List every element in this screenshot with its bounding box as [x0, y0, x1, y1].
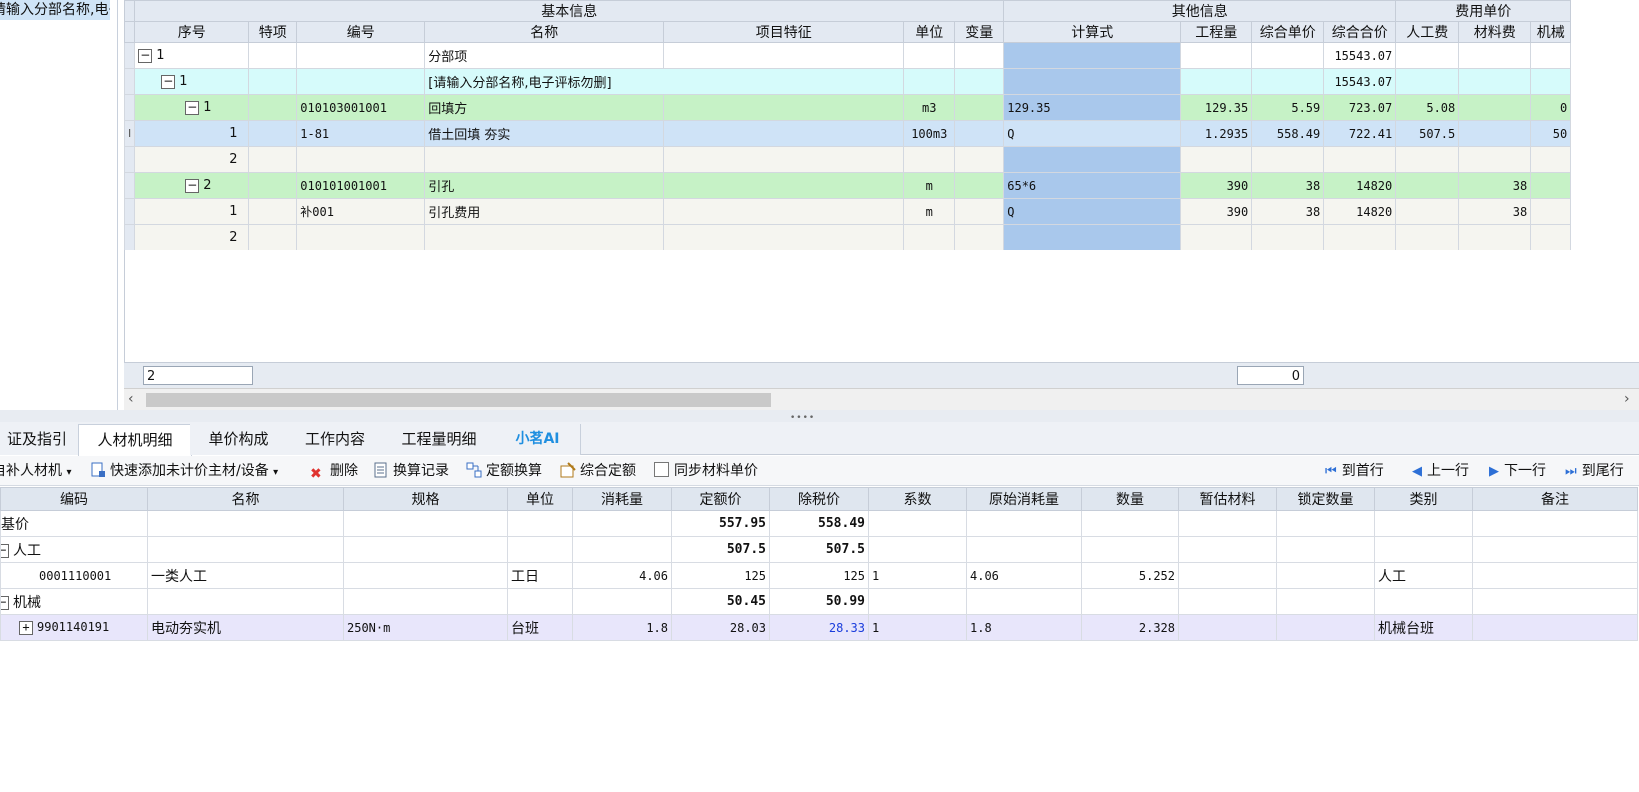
next-icon: ▶: [1489, 464, 1499, 479]
col-header-orig-consume[interactable]: 原始消耗量: [966, 487, 1082, 511]
col-header-variable[interactable]: 变量: [954, 21, 1005, 43]
quota-convert-button[interactable]: 定额换算: [466, 461, 542, 481]
col-header-qty[interactable]: 工程量: [1180, 21, 1253, 43]
grid-empty-area: [124, 250, 1639, 362]
col-header-code[interactable]: 编号: [296, 21, 426, 43]
tab-ai-assistant[interactable]: 小茗AI: [495, 424, 581, 455]
table-row[interactable]: 2: [123, 146, 1572, 173]
col-header-labor[interactable]: 人工费: [1395, 21, 1460, 43]
left-tree-panel: 请输入分部名称,电子评标勿删: [0, 0, 118, 418]
detail-tabs: 证及指引 人材机明细 单价构成 工作内容 工程量明细 小茗AI: [0, 422, 1639, 456]
horizontal-scrollbar[interactable]: ‹ ›: [124, 388, 1639, 410]
group-header-fee: 费用单价: [1395, 0, 1572, 22]
collapse-icon[interactable]: −: [161, 74, 176, 89]
collapse-icon[interactable]: −: [185, 178, 200, 193]
col-header-name[interactable]: 名称: [147, 487, 344, 511]
col-header-name[interactable]: 名称: [424, 21, 665, 43]
calc-record-button[interactable]: 换算记录: [373, 461, 449, 481]
table-row[interactable]: 2: [123, 224, 1572, 251]
col-header-spec[interactable]: 规格: [343, 487, 508, 511]
col-header-consume[interactable]: 消耗量: [572, 487, 672, 511]
checkbox-icon[interactable]: [654, 462, 669, 477]
tree-item-selected[interactable]: 请输入分部名称,电子评标勿删: [0, 0, 110, 20]
detail-toolbar: 自补人材机 ▾ 快速添加未计价主材/设备 ▾ ✖删除 换算记录 定额换算 综合定…: [0, 456, 1639, 486]
expand-icon[interactable]: +: [19, 620, 33, 635]
col-header-provisional[interactable]: 暂估材料: [1178, 487, 1277, 511]
corner-cell: [123, 21, 136, 43]
sync-price-checkbox[interactable]: 同步材料单价: [654, 461, 758, 481]
composite-icon: [560, 462, 576, 478]
convert-icon: [466, 462, 482, 478]
collapse-icon[interactable]: −: [138, 48, 153, 63]
supplement-dropdown[interactable]: 自补人材机 ▾: [0, 461, 71, 481]
col-header-taxfree-price[interactable]: 除税价: [769, 487, 869, 511]
last-row-button[interactable]: ⏭ 到尾行: [1565, 461, 1624, 481]
dropdown-arrow-icon: ▾: [66, 467, 72, 478]
table-row[interactable]: −1 分部项 15543.07: [123, 42, 1572, 69]
last-icon: ⏭: [1565, 464, 1577, 479]
table-row[interactable]: −人工 507.5 507.5: [0, 536, 1638, 563]
col-header-qty[interactable]: 数量: [1081, 487, 1179, 511]
composite-quota-button[interactable]: 综合定额: [560, 461, 636, 481]
corner-cell: [123, 0, 136, 22]
first-icon: ⏮: [1325, 464, 1337, 479]
col-header-remark[interactable]: 备注: [1472, 487, 1638, 511]
col-header-machine[interactable]: 机械: [1530, 21, 1572, 43]
panel-splitter[interactable]: ••••: [0, 410, 1639, 423]
table-row[interactable]: 基价 557.95 558.49: [0, 510, 1638, 537]
resource-detail-grid: 编码 名称 规格 单位 消耗量 定额价 除税价 系数 原始消耗量 数量 暂估材料…: [0, 487, 1639, 641]
tab-unit-price-composition[interactable]: 单价构成: [190, 424, 288, 455]
col-header-coef[interactable]: 系数: [868, 487, 967, 511]
col-header-quota-price[interactable]: 定额价: [671, 487, 770, 511]
col-header-total[interactable]: 综合合价: [1323, 21, 1397, 43]
grid-footer: 2 0: [124, 362, 1639, 388]
col-header-locked-qty[interactable]: 锁定数量: [1276, 487, 1375, 511]
seq-footer-input[interactable]: 2: [143, 366, 253, 385]
collapse-icon[interactable]: −: [1, 543, 9, 558]
col-header-category[interactable]: 类别: [1374, 487, 1473, 511]
group-header-basic: 基本信息: [134, 0, 1005, 22]
col-header-unit[interactable]: 单位: [507, 487, 573, 511]
table-row[interactable]: 0001110001 一类人工 工日 4.06 125 125 1 4.06 5…: [0, 562, 1638, 589]
tab-work-content[interactable]: 工作内容: [287, 424, 384, 455]
group-header-other: 其他信息: [1003, 0, 1397, 22]
collapse-icon[interactable]: −: [185, 100, 200, 115]
delete-button[interactable]: ✖ 删除: [310, 461, 358, 482]
delete-x-icon: ✖: [310, 466, 322, 482]
quick-add-button[interactable]: 快速添加未计价主材/设备 ▾: [90, 461, 278, 481]
col-header-unit-price[interactable]: 综合单价: [1251, 21, 1325, 43]
col-header-seq[interactable]: 序号: [134, 21, 250, 43]
qty-footer-input[interactable]: 0: [1237, 366, 1304, 385]
table-row[interactable]: +9901140191 电动夯实机 250N·m 台班 1.8 28.03 28…: [0, 614, 1638, 641]
prev-icon: ◀: [1412, 464, 1422, 479]
col-header-special[interactable]: 特项: [248, 21, 298, 43]
add-document-icon: [90, 462, 106, 478]
record-icon: [373, 462, 389, 478]
scroll-right-icon[interactable]: ›: [1624, 391, 1630, 407]
scrollbar-thumb[interactable]: [146, 393, 771, 407]
scroll-left-icon[interactable]: ‹: [128, 391, 134, 407]
tab-labor-material-machine[interactable]: 人材机明细: [78, 424, 192, 456]
col-header-feature[interactable]: 项目特征: [663, 21, 905, 43]
col-header-material[interactable]: 材料费: [1458, 21, 1532, 43]
table-row[interactable]: 1 补001 引孔费用 m Q 390 38 14820 38: [123, 198, 1572, 225]
next-row-button[interactable]: ▶ 下一行: [1489, 461, 1546, 481]
table-row[interactable]: −1 010103001001 回填方 m3 129.35 129.35 5.5…: [123, 94, 1572, 121]
col-header-code[interactable]: 编码: [0, 487, 148, 511]
table-row-selected[interactable]: I 1 1-81 借土回填 夯实 100m3 Q 1.2935 558.49 7…: [123, 120, 1572, 147]
table-row[interactable]: −机械 50.45 50.99: [0, 588, 1638, 615]
dropdown-arrow-icon: ▾: [273, 467, 279, 478]
col-header-unit[interactable]: 单位: [903, 21, 956, 43]
first-row-button[interactable]: ⏮ 到首行: [1325, 461, 1384, 481]
tab-certificate-guide[interactable]: 证及指引: [0, 424, 79, 455]
prev-row-button[interactable]: ◀ 上一行: [1412, 461, 1469, 481]
table-row[interactable]: −1 [请输入分部名称,电子评标勿删] 15543.07: [123, 68, 1572, 95]
item-list-grid: 基本信息 其他信息 费用单价 序号 特项 编号 名称 项目特征 单位 变量 计算…: [123, 0, 1639, 251]
col-header-formula[interactable]: 计算式: [1003, 21, 1182, 43]
collapse-icon[interactable]: −: [1, 595, 9, 610]
tab-quantity-detail[interactable]: 工程量明细: [383, 424, 496, 455]
table-row[interactable]: −2 010101001001 引孔 m 65*6 390 38 14820 3…: [123, 172, 1572, 199]
